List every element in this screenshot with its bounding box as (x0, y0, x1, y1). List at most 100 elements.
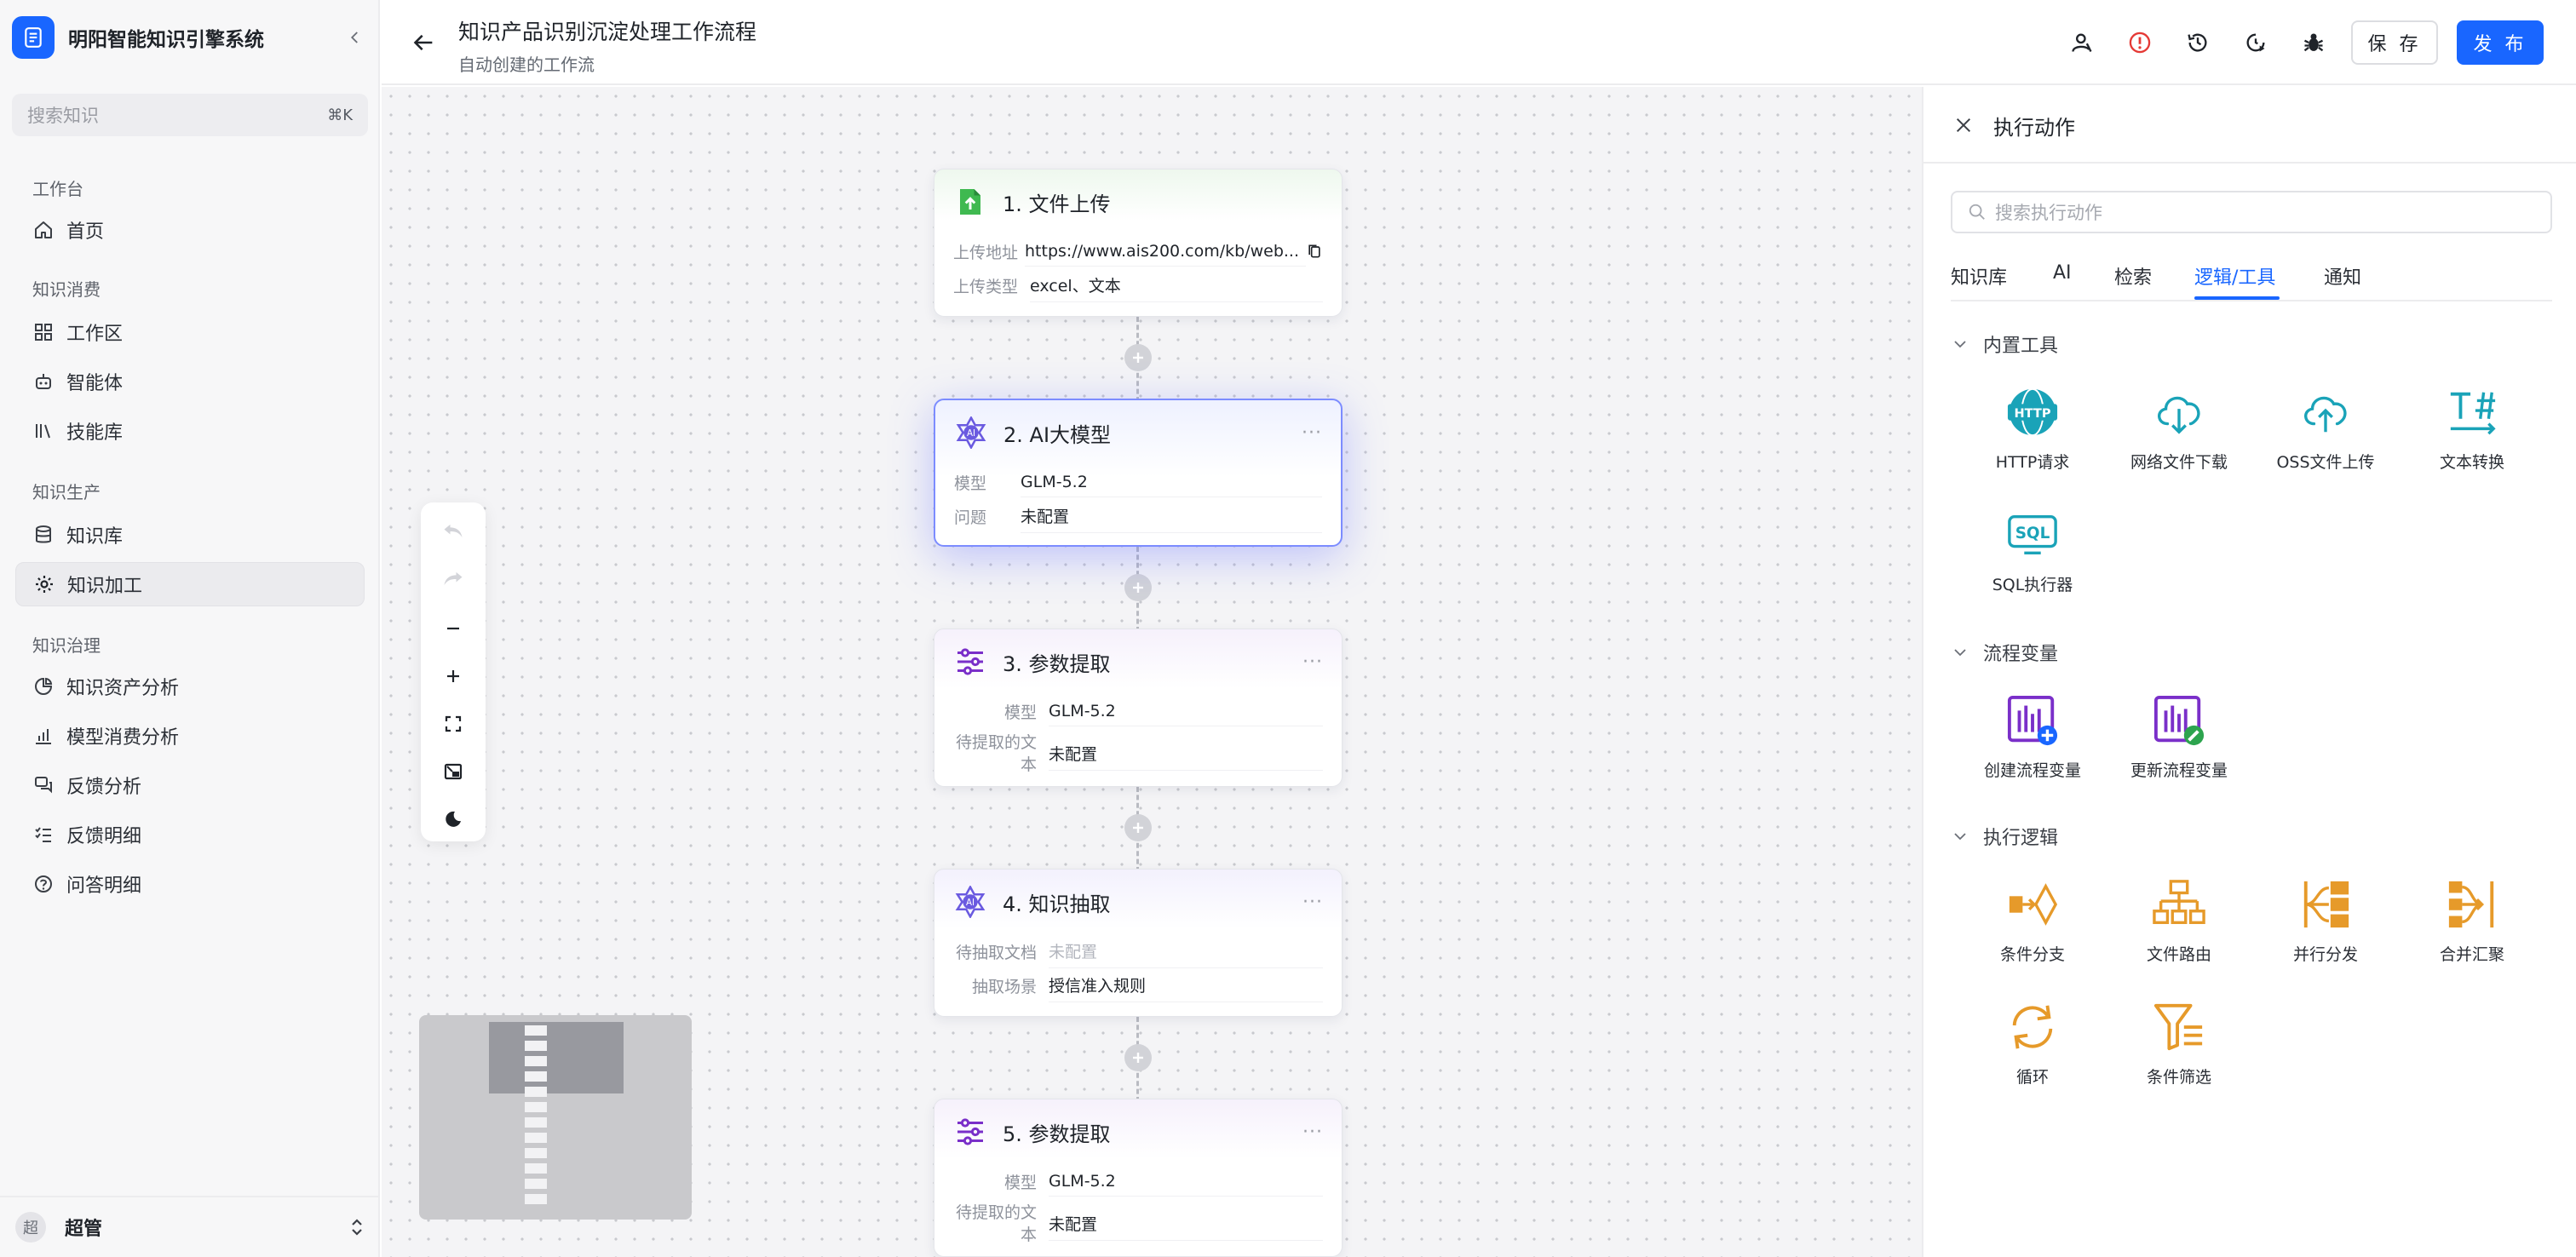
sliders-icon (953, 1115, 987, 1149)
redo-icon (444, 571, 463, 585)
action-panel: 执行动作 搜索执行动作 知识库 AI 检索 逻辑/工具 通知 内置工具 HTTP… (1922, 87, 2576, 1257)
tab-notification[interactable]: 通知 (2324, 262, 2361, 290)
toggle-minimap-button[interactable] (438, 756, 469, 787)
version-history-button[interactable] (2182, 27, 2213, 58)
node-field: 上传地址 https://www.ais200.com/kb/web... (934, 234, 1342, 268)
redo-button[interactable] (438, 564, 469, 594)
question-icon (32, 873, 55, 895)
add-node-button[interactable] (1124, 1044, 1152, 1071)
workflow-node-file-upload[interactable]: 1. 文件上传 上传地址 https://www.ais200.com/kb/w… (934, 169, 1343, 317)
tab-ai[interactable]: AI (2053, 262, 2072, 284)
node-more-button[interactable]: ··· (1302, 651, 1323, 673)
sidebar-item-agents[interactable]: 智能体 (15, 359, 365, 404)
chevron-left-icon (350, 32, 358, 43)
fit-view-button[interactable] (438, 709, 469, 739)
sidebar-item-model-consumption[interactable]: 模型消费分析 (15, 714, 365, 758)
field-value: excel、文本 (1030, 268, 1323, 302)
tool-sql-executor[interactable]: SQL SQL执行器 (1964, 508, 2101, 595)
error-check-button[interactable] (2125, 27, 2155, 58)
field-value: 授信准入规则 (1049, 968, 1323, 1002)
sidebar-item-home[interactable]: 首页 (15, 208, 365, 252)
tool-oss-upload[interactable]: OSS文件上传 (2257, 385, 2394, 473)
run-history-button[interactable] (2240, 27, 2271, 58)
node-field: 模型 GLM-5.2 (934, 694, 1342, 728)
sidebar-item-feedback-detail[interactable]: 反馈明细 (15, 812, 365, 857)
save-button[interactable]: 保 存 (2351, 20, 2438, 65)
node-field: 模型 GLM-5.2 (935, 465, 1341, 499)
tab-retrieval[interactable]: 检索 (2114, 262, 2152, 290)
robot-icon (32, 370, 55, 393)
minimap-icon (444, 763, 463, 780)
workflow-node-ai-model[interactable]: AI 2. AI大模型 ··· 模型 GLM-5.2 问题 未配置 (934, 399, 1343, 547)
node-more-button[interactable]: ··· (1302, 892, 1323, 913)
field-value: 未配置 (1049, 934, 1323, 968)
tool-loop[interactable]: 循环 (1964, 1000, 2101, 1088)
close-panel-button[interactable] (1951, 112, 1976, 138)
field-value: GLM-5.2 (1049, 697, 1323, 726)
sidebar-item-knowledge-base[interactable]: 知识库 (15, 513, 365, 557)
tool-file-router[interactable]: 文件路由 (2111, 877, 2247, 965)
tool-merge-aggregate[interactable]: 合并汇聚 (2404, 877, 2540, 965)
undo-button[interactable] (438, 516, 469, 547)
tab-knowledge-base[interactable]: 知识库 (1951, 262, 2007, 290)
action-search-input[interactable]: 搜索执行动作 (1951, 191, 2552, 233)
add-node-button[interactable] (1124, 814, 1152, 841)
add-node-button[interactable] (1124, 574, 1152, 601)
copy-icon[interactable] (1306, 243, 1323, 260)
section-flow-variables[interactable]: 流程变量 (1951, 639, 2058, 666)
tool-label: 条件分支 (1999, 945, 2065, 964)
workflow-node-knowledge-extract[interactable]: AI 4. 知识抽取 ··· 待抽取文档 未配置 抽取场景 授信准入规则 (934, 869, 1343, 1017)
node-field: 待提取的文本 未配置 (934, 1202, 1342, 1246)
add-node-button[interactable] (1124, 344, 1152, 371)
theme-toggle-button[interactable] (438, 804, 469, 835)
sidebar-item-feedback-analysis[interactable]: 反馈分析 (15, 763, 365, 807)
tool-label: 条件筛选 (2146, 1068, 2211, 1087)
knowledge-search-input[interactable]: 搜索知识 ⌘K (12, 94, 368, 136)
publish-button[interactable]: 发 布 (2457, 20, 2544, 65)
tool-text-convert[interactable]: 文本转换 (2404, 385, 2540, 473)
tool-label: HTTP请求 (1995, 453, 2070, 472)
tool-update-variable[interactable]: 更新流程变量 (2111, 693, 2247, 781)
zoom-in-button[interactable] (438, 661, 469, 692)
sidebar-item-label: 问答明细 (66, 875, 142, 897)
tool-http-request[interactable]: HTTP HTTP请求 (1964, 385, 2101, 473)
sidebar-item-qa-detail[interactable]: 问答明细 (15, 862, 365, 906)
debug-button[interactable] (2298, 27, 2329, 58)
tool-create-variable[interactable]: 创建流程变量 (1964, 693, 2101, 781)
plus-icon (1133, 823, 1143, 833)
back-button[interactable] (409, 27, 440, 58)
tab-logic-tools[interactable]: 逻辑/工具 (2194, 262, 2275, 290)
workflow-node-param-extract-2[interactable]: 5. 参数提取 ··· 模型 GLM-5.2 待提取的文本 未配置 (934, 1099, 1343, 1257)
user-menu[interactable]: 超 超管 (0, 1196, 380, 1257)
zoom-out-button[interactable] (438, 613, 469, 644)
minimap[interactable] (419, 1015, 692, 1220)
sidebar-item-asset-analysis[interactable]: 知识资产分析 (15, 664, 365, 709)
section-builtin-tools[interactable]: 内置工具 (1951, 330, 2058, 358)
sidebar-item-skills[interactable]: 技能库 (15, 409, 365, 453)
minimap-viewport[interactable] (489, 1022, 624, 1093)
tool-parallel-dispatch[interactable]: 并行分发 (2257, 877, 2394, 965)
section-execution-logic[interactable]: 执行逻辑 (1951, 823, 2058, 850)
user-role-button[interactable] (2067, 27, 2097, 58)
sidebar-item-knowledge-processing[interactable]: 知识加工 (15, 562, 365, 606)
node-more-button[interactable]: ··· (1302, 422, 1322, 444)
field-value: 未配置 (1021, 499, 1322, 533)
tool-condition-branch[interactable]: 条件分支 (1964, 877, 2101, 965)
parallel-split-icon (2298, 877, 2353, 932)
node-field: 待提取的文本 未配置 (934, 732, 1342, 776)
nav-group-consume: 知识消费 (32, 279, 101, 300)
tool-condition-filter[interactable]: 条件筛选 (2111, 1000, 2247, 1088)
tool-label: 文件路由 (2146, 945, 2211, 964)
workflow-canvas[interactable]: 1. 文件上传 上传地址 https://www.ais200.com/kb/w… (382, 87, 1922, 1257)
tool-web-file-download[interactable]: 网络文件下载 (2111, 385, 2247, 473)
loop-icon (2005, 1000, 2060, 1054)
avatar: 超 (15, 1212, 46, 1243)
sidebar-item-workspace[interactable]: 工作区 (15, 310, 365, 354)
sidebar-item-label: 技能库 (66, 422, 124, 444)
field-label: 上传地址 (953, 243, 1019, 262)
collapse-sidebar-button[interactable] (342, 25, 368, 50)
node-more-button[interactable]: ··· (1302, 1122, 1323, 1143)
workflow-node-param-extract[interactable]: 3. 参数提取 ··· 模型 GLM-5.2 待提取的文本 未配置 (934, 628, 1343, 787)
http-icon: HTTP (2005, 385, 2060, 439)
node-header: 3. 参数提取 ··· (934, 629, 1342, 694)
